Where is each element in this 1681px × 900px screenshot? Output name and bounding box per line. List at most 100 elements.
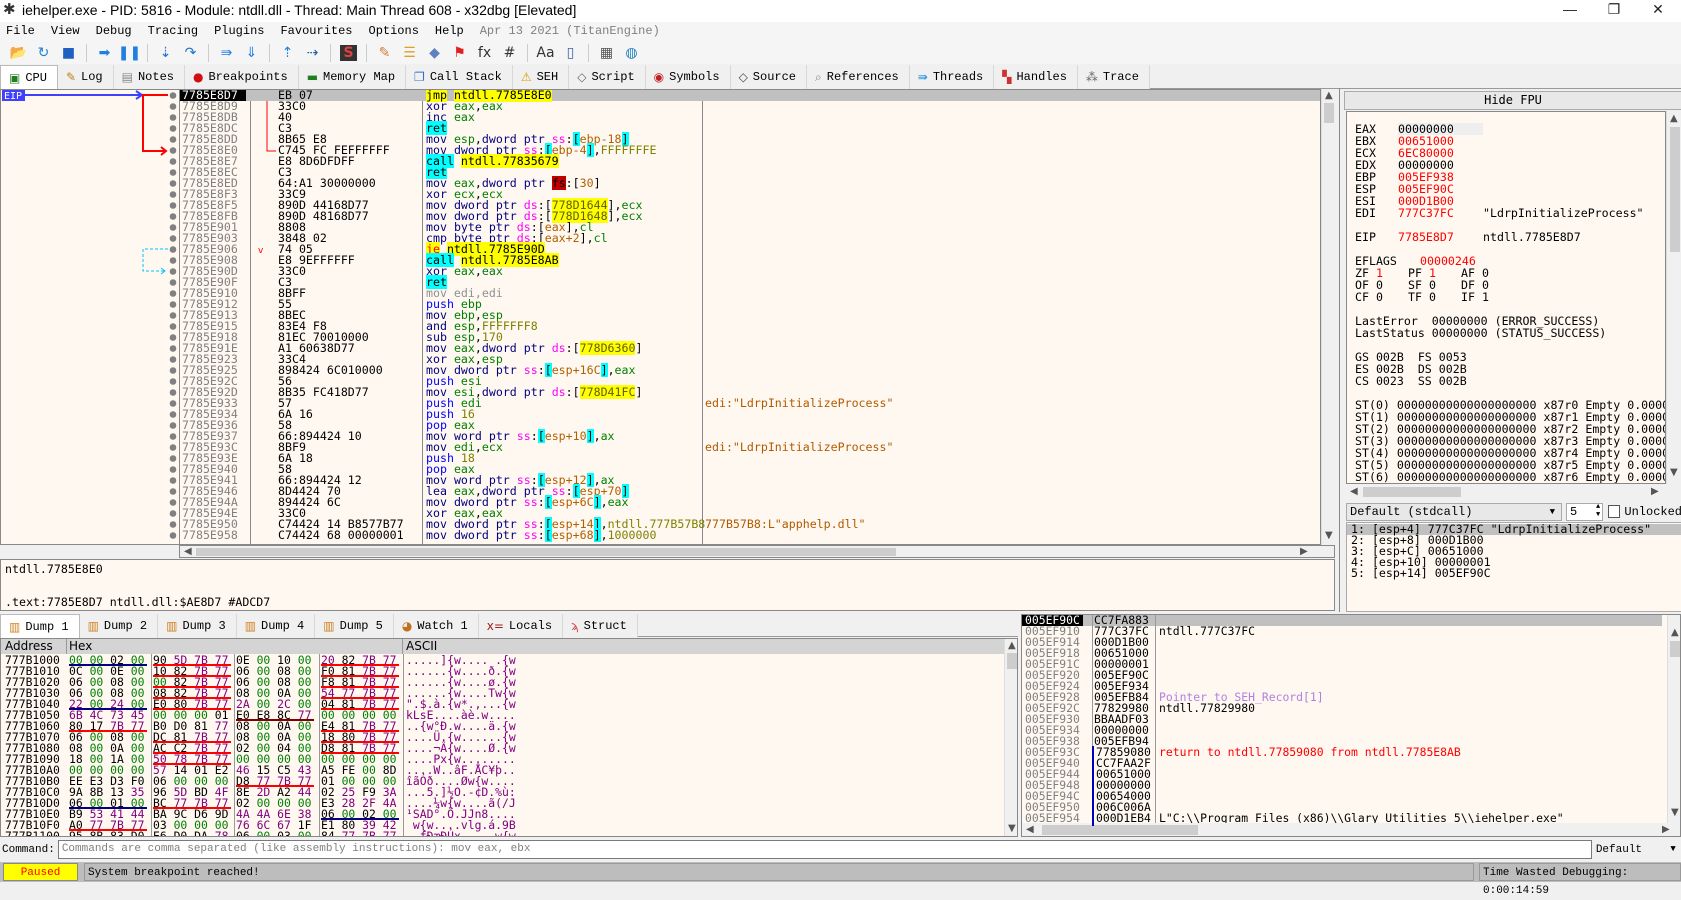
trace-into-button[interactable]: ⇛	[216, 43, 237, 63]
breakpoint-toggle-dot[interactable]	[169, 169, 177, 176]
tab-notes[interactable]: ▤ Notes	[113, 65, 185, 89]
disasm-row[interactable]: 7785E90F C3 ret	[180, 275, 1320, 289]
breakpoint-toggle-dot[interactable]	[169, 147, 177, 154]
breakpoint-toggle-dot[interactable]	[169, 191, 177, 198]
breakpoint-toggle-dot[interactable]	[169, 433, 177, 440]
tab-log[interactable]: ✎ Log	[57, 65, 114, 89]
hash-button[interactable]: #	[499, 43, 520, 63]
dump-hex-group[interactable]: 84 77 7B 77	[321, 830, 396, 836]
breakpoint-toggle-dot[interactable]	[169, 213, 177, 220]
breakpoint-toggle-dot[interactable]	[169, 246, 177, 253]
disasm-row[interactable]: 7785E910 8BFF mov edi,edi	[180, 287, 1320, 299]
menu-tracing[interactable]: Tracing	[148, 22, 198, 41]
scylla-button[interactable]: S	[338, 43, 359, 63]
command-input[interactable]: Commands are comma separated (like assem…	[57, 840, 1592, 859]
font-button[interactable]: Aa	[535, 43, 556, 63]
globe-button[interactable]: ◍	[621, 43, 642, 63]
breakpoint-toggle-dot[interactable]	[169, 400, 177, 407]
breakpoint-toggle-dot[interactable]	[169, 411, 177, 418]
breakpoint-toggle-dot[interactable]	[169, 334, 177, 341]
dump-tab-watch-1[interactable]: ◕ Watch 1	[393, 614, 479, 638]
disasm-row[interactable]: 7785E8D9 33C0 xor eax,eax	[180, 100, 1320, 112]
dump-tab-dump-4[interactable]: ▥ Dump 4	[236, 614, 316, 638]
dump-tab-locals[interactable]: x= Locals	[478, 614, 564, 638]
calculator-button[interactable]: ▦	[596, 43, 617, 63]
tab-memory-map[interactable]: ▬ Memory Map	[298, 65, 407, 89]
step-into-button[interactable]: ⇣	[155, 43, 176, 63]
breakpoint-toggle-dot[interactable]	[169, 521, 177, 528]
disasm-row[interactable]: 7785E908 E8 9EFFFFFF call ntdll.7785E8AB	[180, 253, 1320, 267]
disasm-row[interactable]: 7785E91E A1 60638D77 mov eax,dword ptr ds:…	[180, 341, 1320, 355]
menu-options[interactable]: Options	[369, 22, 419, 41]
breakpoint-toggle-dot[interactable]	[169, 180, 177, 187]
hex-dump-view[interactable]: Address Hex ASCII 777B1000 00 00 02 00 90 …	[0, 638, 1018, 837]
command-mode-select[interactable]: Default ▼	[1596, 844, 1676, 856]
disasm-row[interactable]: 7785E8FB 890D 48168D77 mov dword ptr ds:[7…	[180, 209, 1320, 223]
disasm-row[interactable]: 7785E933 57 push edi edi:"LdrpInitializePro…	[180, 397, 1320, 409]
disasm-row[interactable]: 7785E958 C74424 68 00000001 mov dword ptr …	[180, 528, 1320, 542]
comments-button[interactable]: ☰	[399, 43, 420, 63]
breakpoint-toggle-dot[interactable]	[169, 301, 177, 308]
argument-row[interactable]: 5: [esp+14] 005EF90C	[1347, 567, 1681, 579]
dump-hex-group[interactable]: 95 8B 83 D0	[69, 830, 144, 836]
bookmarks-button[interactable]: ⚑	[449, 43, 470, 63]
breakpoint-toggle-dot[interactable]	[169, 389, 177, 396]
breakpoint-toggle-dot[interactable]	[169, 345, 177, 352]
breakpoint-toggle-dot[interactable]	[169, 367, 177, 374]
tab-seh[interactable]: ⚠ SEH	[512, 65, 570, 89]
breakpoint-toggle-dot[interactable]	[169, 125, 177, 132]
eflags-row[interactable]: EFLAGS 00000246	[1355, 255, 1665, 267]
stack-horizontal-scrollbar[interactable]: ◀ ▶	[1022, 823, 1680, 836]
breakpoint-toggle-dot[interactable]	[169, 290, 177, 297]
trace-over-button[interactable]: ⇓	[241, 43, 262, 63]
disasm-row[interactable]: 7785E8DC C3 ret	[180, 121, 1320, 135]
disasm-row[interactable]: 7785E946 8D4424 70 lea eax,dword ptr ss:[e…	[180, 484, 1320, 498]
tab-trace[interactable]: ⁂ Trace	[1077, 65, 1150, 89]
tab-symbols[interactable]: ◉ Symbols	[645, 65, 731, 89]
ascii-column-header[interactable]: ASCII	[406, 639, 437, 654]
breakpoint-toggle-dot[interactable]	[169, 202, 177, 209]
breakpoint-toggle-dot[interactable]	[169, 257, 177, 264]
disasm-horizontal-scrollbar[interactable]: ◀ ▶	[179, 545, 1335, 558]
disasm-row[interactable]: 7785E8E7 E8 8D6DFDFF call ntdll.77835679	[180, 154, 1320, 168]
breakpoint-toggle-dot[interactable]	[169, 444, 177, 451]
functions-button[interactable]: fx	[474, 43, 495, 63]
stack-view[interactable]: 005EF90C CC7FA883 005EF910 777C37FC ntdll.77…	[1021, 614, 1681, 837]
breakpoint-toggle-dot[interactable]	[169, 466, 177, 473]
menu-debug[interactable]: Debug	[96, 22, 132, 41]
argument-count-spinner[interactable]: 5 ▲ ▼	[1566, 502, 1604, 521]
run-to-user-code-button[interactable]: ⇢	[302, 43, 323, 63]
breakpoint-toggle-dot[interactable]	[169, 235, 177, 242]
disasm-row[interactable]: 7785E901 8808 mov byte ptr ds:[eax],cl	[180, 221, 1320, 233]
tab-script[interactable]: ◇ Script	[569, 65, 646, 89]
arguments-view[interactable]: 1: [esp+4] 777C37FC "LdrpInitializeProce…	[1346, 522, 1681, 612]
disasm-row[interactable]: 7785E8D7 EB 07 jmp ntdll.7785E8E0	[180, 90, 1320, 102]
step-over-button[interactable]: ↷	[180, 43, 201, 63]
execute-till-return-button[interactable]: ⇡	[277, 43, 298, 63]
register-vertical-scrollbar[interactable]: ▲ ▼	[1666, 111, 1681, 484]
restart-button[interactable]: ↻	[33, 43, 54, 63]
breakpoint-toggle-dot[interactable]	[169, 488, 177, 495]
menu-plugins[interactable]: Plugins	[214, 22, 264, 41]
tab-breakpoints[interactable]: ● Breakpoints	[184, 65, 299, 89]
open-button[interactable]: 📂	[8, 43, 29, 63]
disasm-row[interactable]: 7785E941 66:894424 12 mov word ptr ss:[esp…	[180, 473, 1320, 487]
close-button[interactable]: ■	[58, 43, 79, 63]
dump-tab-struct[interactable]: ϡ Struct	[563, 614, 638, 638]
menu-favourites[interactable]: Favourites	[280, 22, 352, 41]
breakpoint-toggle-dot[interactable]	[169, 532, 177, 539]
eip-row[interactable]: EIP 7785E8D7 ntdll.7785E8D7	[1355, 231, 1665, 243]
breakpoint-toggle-dot[interactable]	[169, 158, 177, 165]
hide-fpu-button[interactable]: Hide FPU	[1344, 91, 1681, 110]
breakpoint-toggle-dot[interactable]	[169, 224, 177, 231]
breakpoint-toggle-dot[interactable]	[169, 136, 177, 143]
calling-convention-select[interactable]: Default (stdcall) ▼	[1346, 502, 1562, 521]
flag-if[interactable]: IF 1	[1461, 291, 1511, 303]
maximize-button[interactable]: ❐	[1592, 0, 1636, 20]
breakpoint-toggle-dot[interactable]	[169, 422, 177, 429]
breakpoint-toggle-dot[interactable]	[169, 356, 177, 363]
tab-cpu[interactable]: ▣ CPU	[0, 65, 58, 89]
breakpoint-toggle-dot[interactable]	[169, 477, 177, 484]
run-button[interactable]: ➡	[94, 43, 115, 63]
breakpoint-toggle-dot[interactable]	[169, 92, 177, 99]
